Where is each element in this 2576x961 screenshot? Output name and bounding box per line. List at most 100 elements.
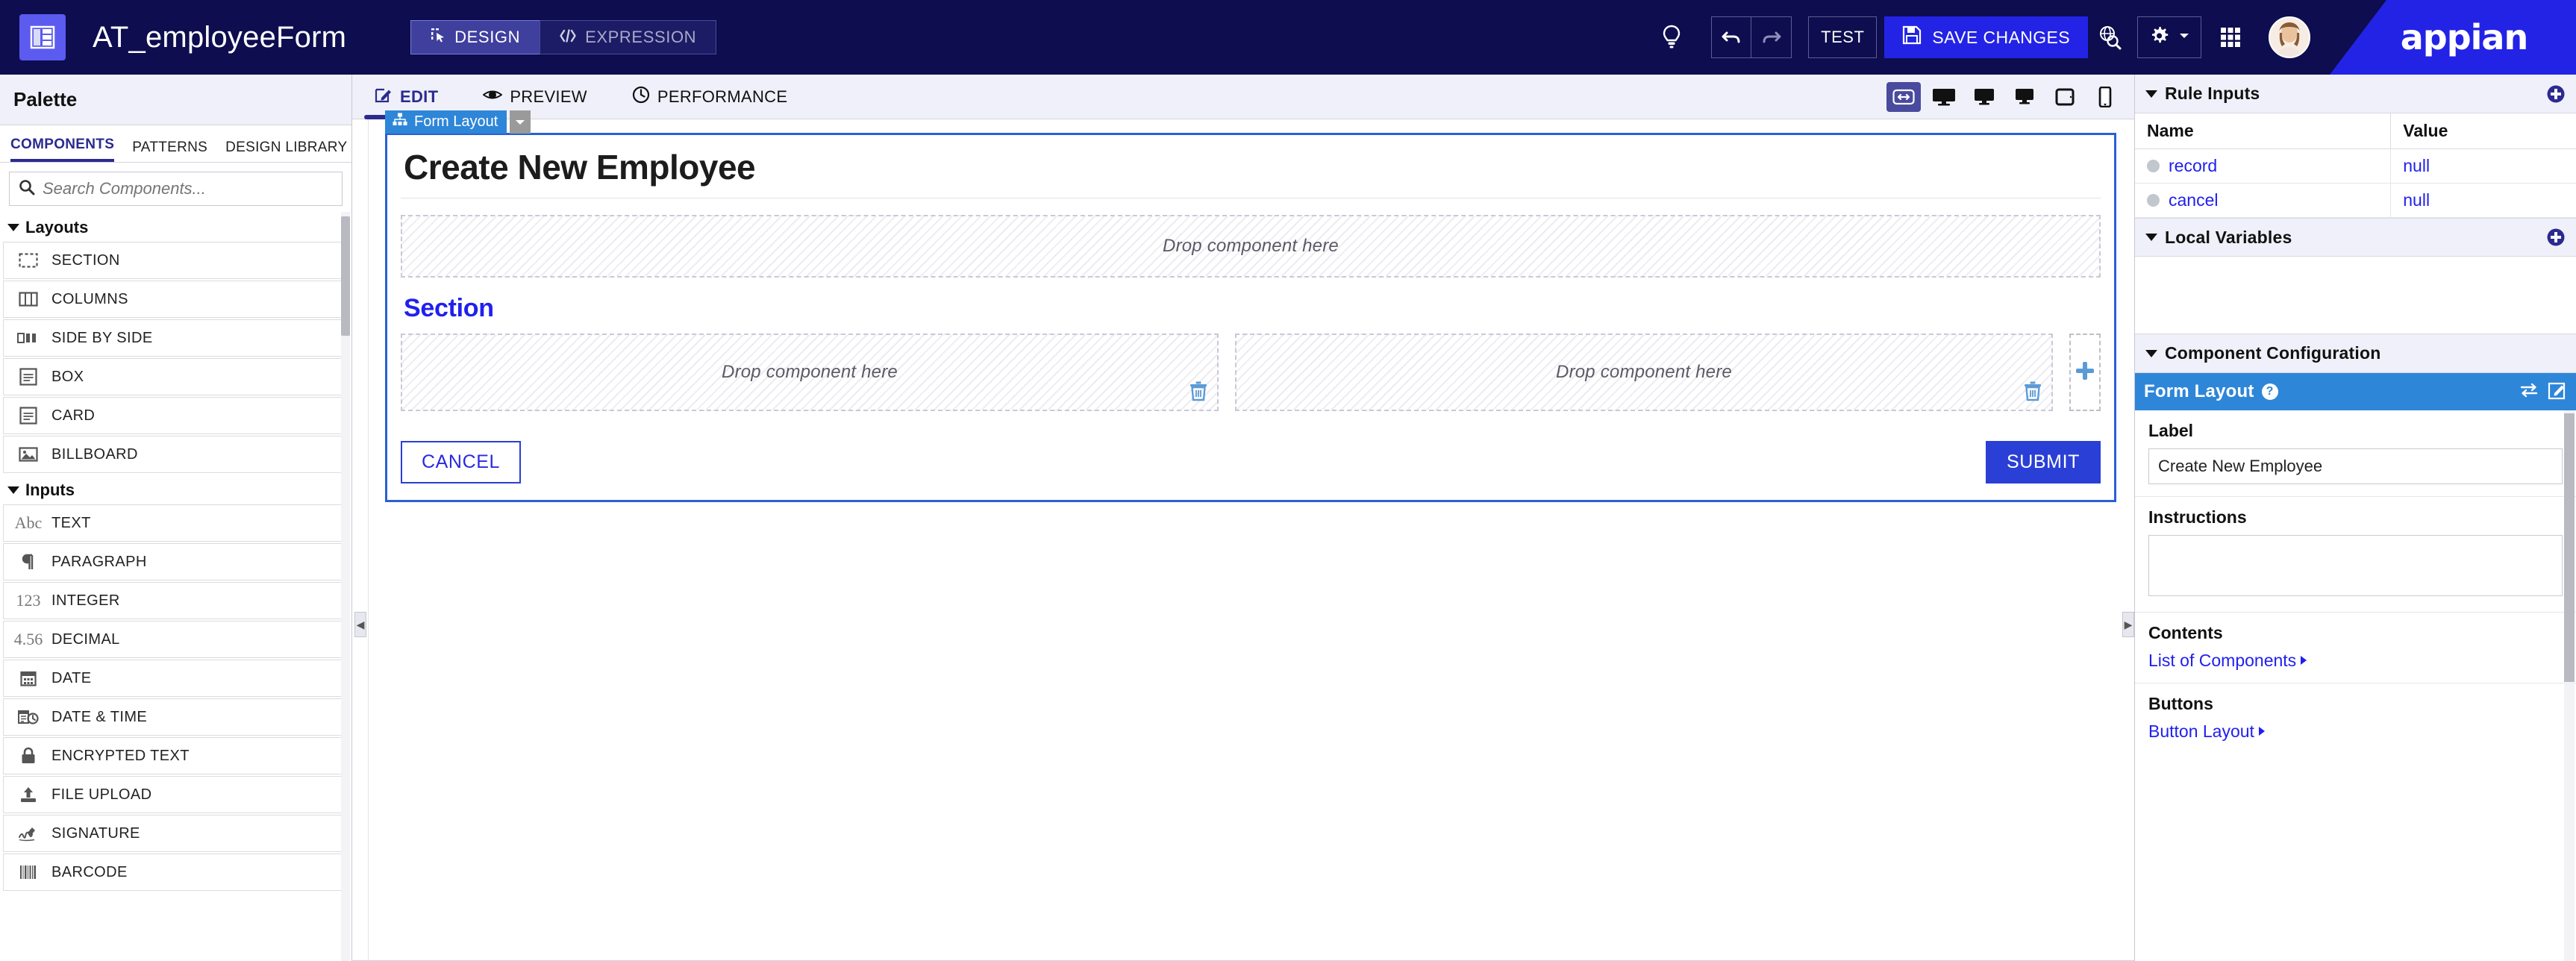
integer-123-icon: 123: [16, 591, 41, 610]
palette-item-billboard[interactable]: BILLBOARD: [3, 436, 344, 473]
palette-item-box[interactable]: BOX: [3, 358, 344, 395]
palette-item-encrypted-text[interactable]: ENCRYPTED TEXT: [3, 737, 344, 774]
tab-preview-label: PREVIEW: [510, 87, 587, 106]
palette-item-decimal[interactable]: 4.56 DECIMAL: [3, 621, 344, 658]
tab-design-library[interactable]: DESIGN LIBRARY: [225, 140, 347, 162]
palette-item-signature[interactable]: SIGNATURE: [3, 815, 344, 852]
billboard-image-icon: [16, 447, 41, 462]
collapse-right-panel-handle[interactable]: ▶: [2122, 612, 2134, 637]
rule-inputs-title: Rule Inputs: [2165, 84, 2260, 103]
submit-button[interactable]: SUBMIT: [1985, 441, 2101, 483]
palette-item-file-upload[interactable]: FILE UPLOAD: [3, 776, 344, 813]
search-box[interactable]: [9, 172, 343, 206]
component-configuration-body: Label Instructions Contents List of Comp…: [2135, 410, 2576, 961]
column-dropzone-1[interactable]: Drop component here: [401, 334, 1219, 411]
palette-group-inputs[interactable]: Inputs: [3, 475, 344, 504]
button-layout-link[interactable]: Button Layout: [2148, 721, 2563, 742]
tab-patterns[interactable]: PATTERNS: [132, 140, 207, 162]
redo-arrow-icon[interactable]: [1751, 16, 1792, 58]
palette-scrollbar-thumb[interactable]: [341, 216, 350, 336]
palette-item-side-by-side[interactable]: SIDE BY SIDE: [3, 319, 344, 357]
palette-search-wrap: [0, 163, 351, 212]
component-tag-dropdown[interactable]: [510, 110, 531, 134]
field-label: Label: [2135, 410, 2576, 497]
component-header-actions: [2519, 381, 2567, 404]
palette-item-label: BARCODE: [51, 863, 128, 880]
add-local-variable-button[interactable]: [2546, 228, 2566, 247]
expression-mode-button[interactable]: EXPRESSION: [540, 20, 717, 54]
top-dropzone[interactable]: Drop component here: [401, 215, 2101, 278]
device-size-toggles: [1886, 75, 2122, 119]
rule-input-value[interactable]: null: [2390, 183, 2576, 218]
add-column-button[interactable]: [2069, 334, 2101, 411]
monitor-icon[interactable]: [1967, 82, 2001, 112]
palette-item-section[interactable]: SECTION: [3, 242, 344, 279]
label-input[interactable]: [2148, 448, 2563, 484]
instructions-textarea[interactable]: [2148, 535, 2563, 596]
settings-dropdown-button[interactable]: [2137, 16, 2201, 58]
dropzone-label: Drop component here: [1556, 362, 1732, 382]
palette-item-barcode[interactable]: BARCODE: [3, 854, 344, 891]
undo-redo-group: [1711, 16, 1792, 58]
eye-icon: [482, 87, 503, 107]
component-configuration-header[interactable]: Component Configuration: [2135, 334, 2576, 373]
responsive-width-toggle[interactable]: [1886, 82, 1921, 112]
table-row[interactable]: cancel null: [2135, 183, 2576, 218]
trash-icon[interactable]: [2023, 381, 2042, 405]
swap-arrows-icon[interactable]: [2519, 382, 2539, 402]
page-title: AT_employeeForm: [93, 20, 347, 54]
cancel-button[interactable]: CANCEL: [401, 441, 522, 483]
list-of-components-label: List of Components: [2148, 651, 2297, 670]
design-mode-button[interactable]: DESIGN: [410, 20, 540, 54]
palette-item-date-time[interactable]: DATE & TIME: [3, 698, 344, 736]
form-layout-tag-button[interactable]: Form Layout: [385, 110, 507, 134]
rule-inputs-header[interactable]: Rule Inputs: [2135, 75, 2576, 113]
avatar[interactable]: [2269, 16, 2310, 58]
caret-down-icon: [2145, 90, 2157, 98]
search-input[interactable]: [43, 179, 333, 198]
palette-group-layouts[interactable]: Layouts: [3, 212, 344, 242]
bullet-icon: [2147, 194, 2160, 207]
tab-performance[interactable]: PERFORMANCE: [610, 75, 810, 119]
palette-item-text[interactable]: Abc TEXT: [3, 504, 344, 542]
palette-item-columns[interactable]: COLUMNS: [3, 281, 344, 318]
apps-grid-icon[interactable]: [2209, 16, 2252, 59]
rule-input-name-cell[interactable]: record: [2135, 148, 2392, 184]
local-variables-header[interactable]: Local Variables: [2135, 218, 2576, 257]
collapse-left-panel-handle[interactable]: ◀: [354, 612, 366, 637]
monitor-icon[interactable]: [1927, 82, 1961, 112]
lightbulb-icon[interactable]: [1650, 16, 1693, 59]
palette-group-layouts-label: Layouts: [25, 218, 89, 237]
tab-components[interactable]: COMPONENTS: [10, 137, 115, 162]
palette-item-card[interactable]: CARD: [3, 397, 344, 434]
phone-icon[interactable]: [2088, 82, 2122, 112]
question-mark-icon[interactable]: ?: [2261, 384, 2278, 400]
tablet-icon[interactable]: [2048, 82, 2082, 112]
add-rule-input-button[interactable]: [2546, 84, 2566, 104]
palette-item-label: DATE & TIME: [51, 708, 148, 725]
undo-arrow-icon[interactable]: [1711, 16, 1752, 58]
palette-item-integer[interactable]: 123 INTEGER: [3, 582, 344, 619]
lock-icon: [16, 747, 41, 765]
design-mode-label: DESIGN: [454, 28, 521, 46]
rule-input-name-cell[interactable]: cancel: [2135, 183, 2392, 218]
palette-item-date[interactable]: DATE: [3, 660, 344, 697]
list-of-components-link[interactable]: List of Components: [2148, 651, 2563, 671]
rule-input-value[interactable]: null: [2390, 148, 2576, 184]
trash-icon[interactable]: [1189, 381, 1208, 405]
field-buttons-title: Buttons: [2148, 694, 2213, 713]
monitor-icon[interactable]: [2007, 82, 2042, 112]
top-header-bar: AT_employeeForm DESIGN EXPRESSION TEST S…: [0, 0, 2576, 75]
test-button[interactable]: TEST: [1808, 16, 1878, 58]
palette-item-paragraph[interactable]: PARAGRAPH: [3, 543, 344, 580]
globe-search-icon[interactable]: [2088, 16, 2131, 59]
field-label-title: Label: [2148, 421, 2194, 440]
form-layout-panel[interactable]: Create New Employee Drop component here …: [385, 133, 2116, 502]
save-changes-button[interactable]: SAVE CHANGES: [1884, 16, 2088, 58]
palette-item-label: DATE: [51, 669, 92, 686]
table-row[interactable]: record null: [2135, 148, 2576, 184]
properties-scrollbar-thumb[interactable]: [2564, 413, 2575, 682]
rule-inputs-table: Name Value record null cancel null: [2135, 113, 2576, 218]
column-dropzone-2[interactable]: Drop component here: [1235, 334, 2053, 411]
edit-square-icon[interactable]: [2548, 381, 2567, 404]
